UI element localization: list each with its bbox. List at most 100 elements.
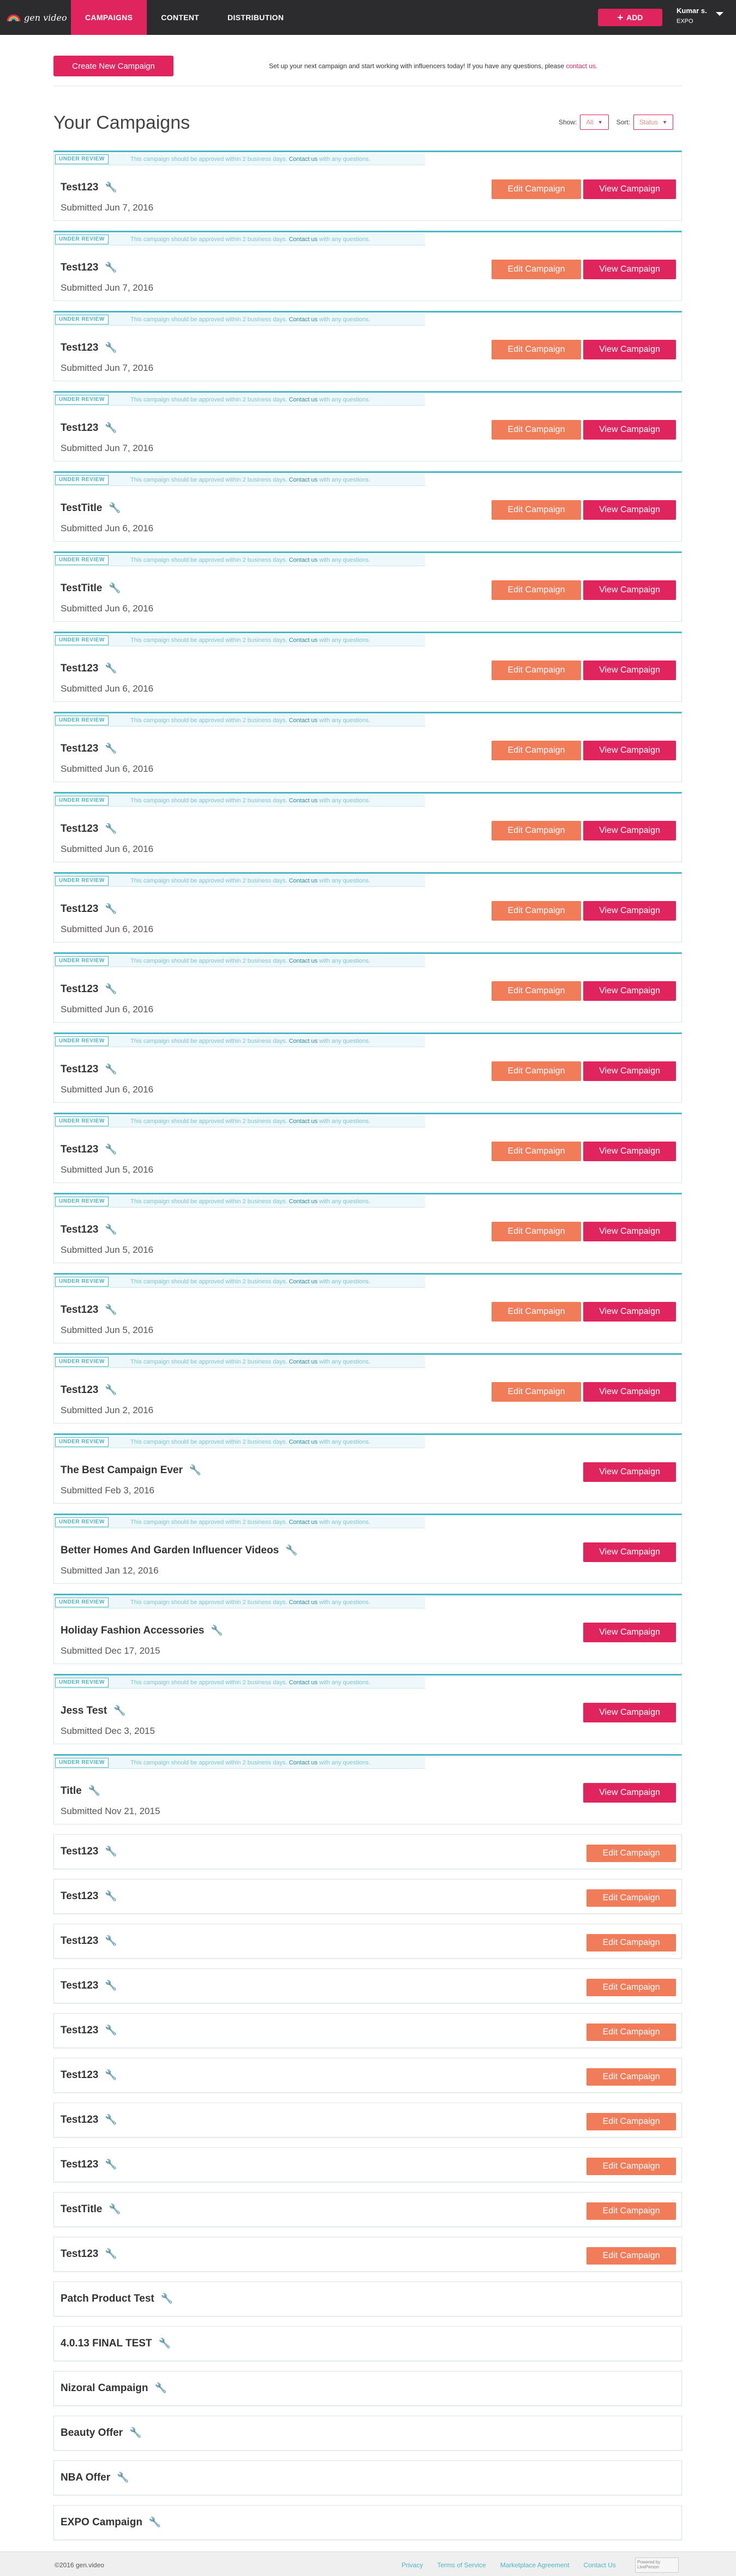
- wrench-icon[interactable]: 🔧: [109, 583, 121, 593]
- wrench-icon[interactable]: 🔧: [113, 1705, 125, 1716]
- contact-us-link[interactable]: Contact us: [289, 236, 318, 243]
- contact-us-link[interactable]: Contact us: [289, 397, 318, 403]
- campaign-name[interactable]: Test123 🔧: [61, 2025, 117, 2037]
- footer-link-marketplace[interactable]: Marketplace Agreement: [500, 2561, 570, 2569]
- edit-campaign-button[interactable]: Edit Campaign: [587, 1845, 676, 1862]
- wrench-icon[interactable]: 🔧: [105, 743, 117, 754]
- view-campaign-button[interactable]: View Campaign: [583, 500, 676, 520]
- wrench-icon[interactable]: 🔧: [105, 2025, 117, 2035]
- nav-content[interactable]: CONTENT: [147, 0, 213, 35]
- campaign-name[interactable]: Test123 🔧: [61, 743, 117, 755]
- campaign-name[interactable]: 4.0.13 FINAL TEST 🔧: [61, 2338, 171, 2350]
- contact-us-link[interactable]: Contact us: [289, 156, 318, 163]
- show-select[interactable]: All ▼: [580, 115, 609, 130]
- edit-campaign-button[interactable]: Edit Campaign: [492, 1061, 581, 1081]
- contact-us-link[interactable]: Contact us: [289, 1439, 318, 1445]
- campaign-name[interactable]: Test123 🔧: [61, 1064, 117, 1076]
- contact-us-link[interactable]: contact us.: [566, 62, 597, 70]
- wrench-icon[interactable]: 🔧: [105, 342, 117, 353]
- contact-us-link[interactable]: Contact us: [289, 1359, 318, 1365]
- view-campaign-button[interactable]: View Campaign: [583, 179, 676, 199]
- campaign-name[interactable]: Test123 🔧: [61, 663, 117, 675]
- campaign-name[interactable]: Test123 🔧: [61, 182, 117, 194]
- contact-us-link[interactable]: Contact us: [289, 958, 318, 964]
- edit-campaign-button[interactable]: Edit Campaign: [492, 741, 581, 760]
- wrench-icon[interactable]: 🔧: [105, 1846, 117, 1857]
- wrench-icon[interactable]: 🔧: [105, 2159, 117, 2170]
- edit-campaign-button[interactable]: Edit Campaign: [587, 1979, 676, 1996]
- view-campaign-button[interactable]: View Campaign: [583, 1462, 676, 1482]
- campaign-name[interactable]: Nizoral Campaign 🔧: [61, 2382, 167, 2394]
- campaign-name[interactable]: Test123 🔧: [61, 903, 117, 915]
- wrench-icon[interactable]: 🔧: [129, 2427, 141, 2438]
- campaign-name[interactable]: Holiday Fashion Accessories 🔧: [61, 1625, 223, 1637]
- edit-campaign-button[interactable]: Edit Campaign: [492, 821, 581, 840]
- campaign-name[interactable]: Test123 🔧: [61, 262, 117, 274]
- contact-us-link[interactable]: Contact us: [289, 1599, 318, 1606]
- contact-us-link[interactable]: Contact us: [289, 557, 318, 563]
- view-campaign-button[interactable]: View Campaign: [583, 981, 676, 1001]
- contact-us-link[interactable]: Contact us: [289, 1198, 318, 1205]
- contact-us-link[interactable]: Contact us: [289, 477, 318, 483]
- campaign-name[interactable]: Test123 🔧: [61, 983, 117, 995]
- view-campaign-button[interactable]: View Campaign: [583, 1382, 676, 1402]
- view-campaign-button[interactable]: View Campaign: [583, 901, 676, 921]
- sort-select[interactable]: Status ▼: [633, 115, 673, 130]
- edit-campaign-button[interactable]: Edit Campaign: [587, 2202, 676, 2220]
- campaign-name[interactable]: Test123 🔧: [61, 823, 117, 835]
- edit-campaign-button[interactable]: Edit Campaign: [492, 500, 581, 520]
- contact-us-link[interactable]: Contact us: [289, 1679, 318, 1686]
- campaign-name[interactable]: Test123 🔧: [61, 1935, 117, 1947]
- user-menu[interactable]: Kumar s. EXPO: [677, 7, 707, 25]
- view-campaign-button[interactable]: View Campaign: [583, 821, 676, 840]
- wrench-icon[interactable]: 🔧: [105, 1064, 117, 1074]
- contact-us-link[interactable]: Contact us: [289, 878, 318, 884]
- campaign-name[interactable]: Test123 🔧: [61, 1304, 117, 1316]
- edit-campaign-button[interactable]: Edit Campaign: [587, 2068, 676, 2086]
- campaign-name[interactable]: TestTitle 🔧: [61, 502, 121, 514]
- edit-campaign-button[interactable]: Edit Campaign: [587, 2247, 676, 2265]
- view-campaign-button[interactable]: View Campaign: [583, 1623, 676, 1642]
- contact-us-link[interactable]: Contact us: [289, 1760, 318, 1766]
- wrench-icon[interactable]: 🔧: [105, 2114, 117, 2125]
- campaign-name[interactable]: TestTitle 🔧: [61, 2203, 121, 2215]
- campaign-name[interactable]: Test123 🔧: [61, 2248, 117, 2260]
- edit-campaign-button[interactable]: Edit Campaign: [587, 1934, 676, 1951]
- view-campaign-button[interactable]: View Campaign: [583, 340, 676, 359]
- edit-campaign-button[interactable]: Edit Campaign: [492, 1222, 581, 1241]
- campaign-name[interactable]: Jess Test 🔧: [61, 1705, 126, 1717]
- wrench-icon[interactable]: 🔧: [105, 2069, 117, 2080]
- campaign-name[interactable]: Test123 🔧: [61, 1384, 117, 1396]
- contact-us-link[interactable]: Contact us: [289, 1278, 318, 1285]
- create-campaign-button[interactable]: Create New Campaign: [53, 56, 173, 76]
- live-chat-widget[interactable]: Powered by LivePerson: [635, 2557, 679, 2573]
- footer-link-terms[interactable]: Terms of Service: [437, 2561, 486, 2569]
- campaign-name[interactable]: EXPO Campaign 🔧: [61, 2517, 161, 2529]
- contact-us-link[interactable]: Contact us: [289, 717, 318, 724]
- add-button[interactable]: + ADD: [598, 9, 662, 26]
- edit-campaign-button[interactable]: Edit Campaign: [492, 420, 581, 440]
- edit-campaign-button[interactable]: Edit Campaign: [492, 179, 581, 199]
- wrench-icon[interactable]: 🔧: [105, 983, 117, 994]
- edit-campaign-button[interactable]: Edit Campaign: [587, 2113, 676, 2130]
- wrench-icon[interactable]: 🔧: [88, 1785, 100, 1796]
- view-campaign-button[interactable]: View Campaign: [583, 1703, 676, 1722]
- wrench-icon[interactable]: 🔧: [105, 663, 117, 674]
- edit-campaign-button[interactable]: Edit Campaign: [492, 660, 581, 680]
- chevron-down-icon[interactable]: [716, 12, 723, 16]
- campaign-name[interactable]: Test123 🔧: [61, 342, 117, 354]
- campaign-name[interactable]: Test123 🔧: [61, 422, 117, 434]
- view-campaign-button[interactable]: View Campaign: [583, 1542, 676, 1562]
- brand-logo[interactable]: gen video: [0, 13, 71, 23]
- campaign-name[interactable]: Test123 🔧: [61, 2069, 117, 2081]
- wrench-icon[interactable]: 🔧: [109, 2203, 121, 2214]
- view-campaign-button[interactable]: View Campaign: [583, 1783, 676, 1803]
- edit-campaign-button[interactable]: Edit Campaign: [492, 1302, 581, 1322]
- campaign-name[interactable]: TestTitle 🔧: [61, 583, 121, 595]
- view-campaign-button[interactable]: View Campaign: [583, 1302, 676, 1322]
- view-campaign-button[interactable]: View Campaign: [583, 741, 676, 760]
- edit-campaign-button[interactable]: Edit Campaign: [587, 2158, 676, 2175]
- nav-campaigns[interactable]: CAMPAIGNS: [71, 0, 147, 35]
- contact-us-link[interactable]: Contact us: [289, 1519, 318, 1526]
- campaign-name[interactable]: Beauty Offer 🔧: [61, 2427, 141, 2439]
